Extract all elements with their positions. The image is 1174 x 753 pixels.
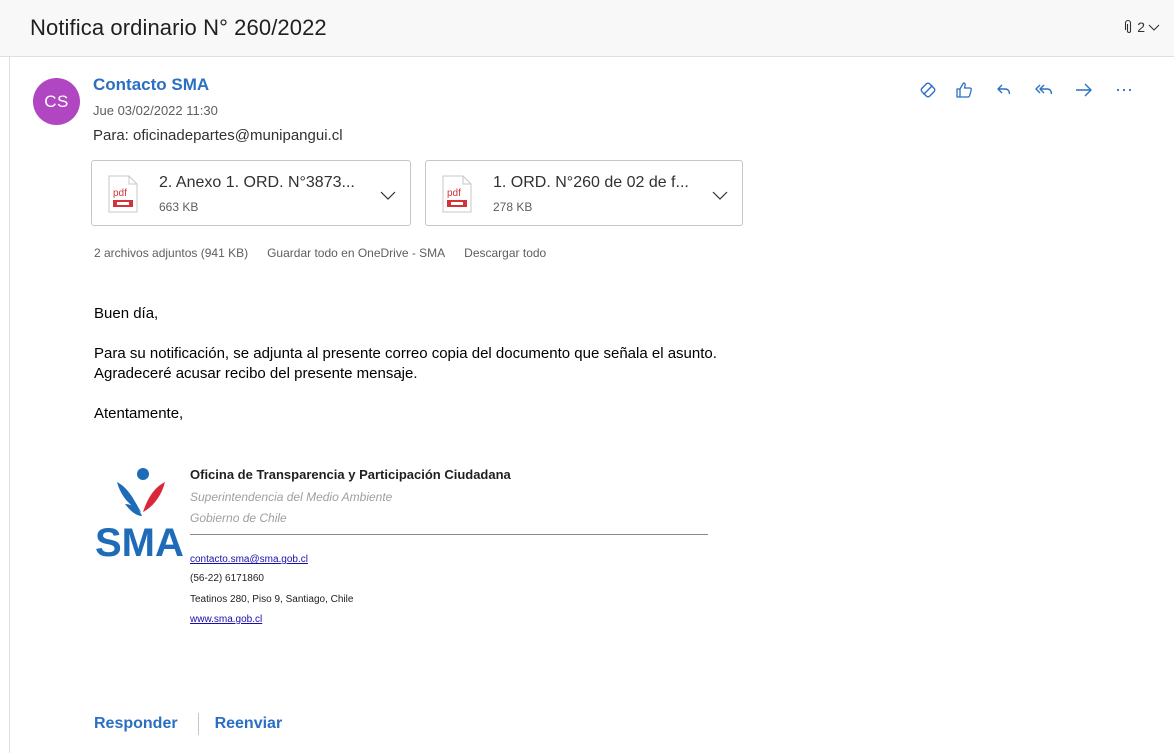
signature-email-link[interactable]: contacto.sma@sma.gob.cl xyxy=(190,554,308,565)
body-closing: Atentamente, xyxy=(94,405,184,422)
attachment-name: 2. Anexo 1. ORD. N°3873... xyxy=(159,174,355,191)
signature-divider xyxy=(190,534,708,535)
reply-icon[interactable] xyxy=(992,78,1016,102)
attachment-size: 663 KB xyxy=(159,200,199,214)
more-icon[interactable] xyxy=(1112,78,1136,102)
footer-separator xyxy=(197,713,199,735)
paperclip-icon xyxy=(1122,19,1134,35)
pdf-icon: pdf xyxy=(442,175,472,218)
signature-sub-2: Gobierno de Chile xyxy=(190,511,287,525)
save-all-onedrive-link[interactable]: Guardar todo en OneDrive - SMA xyxy=(267,246,445,260)
like-icon[interactable] xyxy=(952,78,976,102)
body-line-1: Para su notificación, se adjunta al pres… xyxy=(94,345,717,362)
forward-button[interactable]: Reenviar xyxy=(215,715,283,733)
recipient-line: Para: oficinadepartes@munipangui.cl xyxy=(93,127,343,144)
email-subject: Notifica ordinario N° 260/2022 xyxy=(30,15,327,40)
sender-name[interactable]: Contacto SMA xyxy=(93,75,209,95)
reply-all-icon[interactable] xyxy=(1032,78,1056,102)
signature-phone: (56-22) 6171860 xyxy=(190,573,264,584)
attachment-size: 278 KB xyxy=(493,200,533,214)
attachment-name: 1. ORD. N°260 de 02 de f... xyxy=(493,174,689,191)
sma-logo-text: SMA xyxy=(95,521,184,560)
download-all-link[interactable]: Descargar todo xyxy=(464,246,546,260)
attachment-summary: 2 archivos adjuntos (941 KB) Guardar tod… xyxy=(94,246,565,260)
sent-date: Jue 03/02/2022 11:30 xyxy=(93,103,218,118)
signature-address: Teatinos 280, Piso 9, Santiago, Chile xyxy=(190,594,354,605)
attachment-total: 2 archivos adjuntos (941 KB) xyxy=(94,246,249,260)
reading-pane-border xyxy=(9,57,10,753)
attachment-card[interactable]: pdf 2. Anexo 1. ORD. N°3873... 663 KB xyxy=(91,160,411,226)
attachment-card[interactable]: pdf 1. ORD. N°260 de 02 de f... 278 KB xyxy=(425,160,743,226)
signature-org: Oficina de Transparencia y Participación… xyxy=(190,467,511,482)
subject-bar: Notifica ordinario N° 260/2022 2 xyxy=(0,0,1174,57)
reply-button[interactable]: Responder xyxy=(94,715,178,733)
attachment-count-toggle[interactable]: 2 xyxy=(1122,19,1160,35)
forward-icon[interactable] xyxy=(1072,78,1096,102)
sma-logo: SMA xyxy=(95,468,187,565)
pdf-icon: pdf xyxy=(108,175,138,218)
sensitivity-icon[interactable] xyxy=(916,78,940,102)
chevron-down-icon xyxy=(1148,22,1160,32)
signature-sub-1: Superintendencia del Medio Ambiente xyxy=(190,490,393,504)
chevron-down-icon[interactable] xyxy=(380,187,396,205)
signature-website-link[interactable]: www.sma.gob.cl xyxy=(190,614,262,625)
message-actions xyxy=(912,78,1162,102)
footer-actions: Responder Reenviar xyxy=(94,713,282,735)
body-greeting: Buen día, xyxy=(94,305,159,322)
svg-text:pdf: pdf xyxy=(113,188,127,199)
avatar[interactable]: CS xyxy=(33,78,80,125)
attachment-count: 2 xyxy=(1137,19,1145,35)
svg-text:pdf: pdf xyxy=(447,188,461,199)
body-line-2: Agradeceré acusar recibo del presente me… xyxy=(94,365,418,382)
chevron-down-icon[interactable] xyxy=(712,187,728,205)
